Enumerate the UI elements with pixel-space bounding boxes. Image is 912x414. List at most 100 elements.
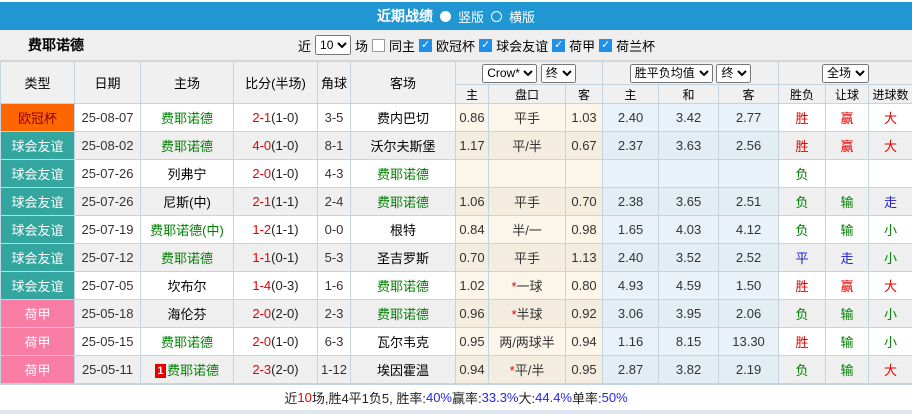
crown-final-select[interactable]: 终 <box>541 64 576 83</box>
date-cell: 25-05-15 <box>75 328 141 356</box>
avg-draw-odds <box>659 160 719 188</box>
crown-away-odds: 0.70 <box>566 188 603 216</box>
date-cell: 25-07-19 <box>75 216 141 244</box>
table-row: 欧冠杯 25-08-07 费耶诺德 2-1(1-0) 3-5 费内巴切 0.86… <box>1 104 912 132</box>
avg-draw-odds: 3.42 <box>659 104 719 132</box>
avg-away-odds: 2.06 <box>719 300 779 328</box>
bookmaker-select[interactable]: Crow* <box>482 64 537 83</box>
crown-away-odds: 1.13 <box>566 244 603 272</box>
ucl-label[interactable]: 欧冠杯 <box>436 36 475 55</box>
avg-away-odds: 1.50 <box>719 272 779 300</box>
col-header-wdl: 胜负 <box>779 85 826 104</box>
table-row: 荷甲 25-05-11 1费耶诺德 2-3(2-0) 1-12 埃因霍温 0.9… <box>1 356 912 384</box>
score-cell: 2-3(2-0) <box>234 356 318 384</box>
friendly-label[interactable]: 球会友谊 <box>496 36 548 55</box>
league-cell: 荷甲 <box>1 300 75 328</box>
crown-home-odds: 0.84 <box>456 216 489 244</box>
corner-cell: 2-4 <box>318 188 351 216</box>
home-team: 海伦芬 <box>141 300 234 328</box>
same-home-label[interactable]: 同主 <box>389 36 415 55</box>
wdl-result: 负 <box>779 356 826 384</box>
ucl-checkbox[interactable] <box>419 39 432 52</box>
avg-home-odds: 2.40 <box>603 104 659 132</box>
corner-cell: 0-0 <box>318 216 351 244</box>
table-row: 球会友谊 25-07-19 费耶诺德(中) 1-2(1-1) 0-0 根特 0.… <box>1 216 912 244</box>
friendly-checkbox[interactable] <box>479 39 492 52</box>
score-cell: 2-0(1-0) <box>234 328 318 356</box>
league-cell: 球会友谊 <box>1 132 75 160</box>
full-match-select[interactable]: 全场 <box>822 64 869 83</box>
avg-home-odds: 2.38 <box>603 188 659 216</box>
count-suffix-label: 场 <box>355 36 368 55</box>
date-cell: 25-08-02 <box>75 132 141 160</box>
corner-cell: 1-12 <box>318 356 351 384</box>
avg-draw-odds: 3.63 <box>659 132 719 160</box>
col-header-handicap: 盘口 <box>489 85 566 104</box>
avg-away-odds: 4.12 <box>719 216 779 244</box>
handicap-cell <box>489 160 566 188</box>
avg-home-odds: 1.16 <box>603 328 659 356</box>
wdl-result: 胜 <box>779 272 826 300</box>
full-match-header: 全场 <box>779 62 912 85</box>
goals-result: 小 <box>869 328 912 356</box>
radio-vertical-layout[interactable] <box>440 11 451 22</box>
eredivisie-label[interactable]: 荷甲 <box>569 36 595 55</box>
crown-home-odds: 1.06 <box>456 188 489 216</box>
title-bar: 近期战绩 竖版 横版 <box>0 2 912 30</box>
away-team: 费耶诺德 <box>351 300 456 328</box>
table-row: 球会友谊 25-07-05 坎布尔 1-4(0-3) 1-6 费耶诺德 1.02… <box>1 272 912 300</box>
away-team: 费耶诺德 <box>351 160 456 188</box>
crown-away-odds: 0.94 <box>566 328 603 356</box>
date-cell: 25-08-07 <box>75 104 141 132</box>
goals-result: 大 <box>869 132 912 160</box>
league-cell: 荷甲 <box>1 356 75 384</box>
table-row: 荷甲 25-05-18 海伦芬 2-0(2-0) 2-3 费耶诺德 0.96 *… <box>1 300 912 328</box>
league-cell: 荷甲 <box>1 328 75 356</box>
away-team: 费耶诺德 <box>351 188 456 216</box>
wdl-result: 胜 <box>779 104 826 132</box>
goals-result <box>869 160 912 188</box>
score-cell: 4-0(1-0) <box>234 132 318 160</box>
score-cell: 1-4(0-3) <box>234 272 318 300</box>
col-header-goals: 进球数 <box>869 85 912 104</box>
col-header-crown-home: 主 <box>456 85 489 104</box>
date-cell: 25-07-26 <box>75 160 141 188</box>
avg-away-odds <box>719 160 779 188</box>
avg-draw-odds: 8.15 <box>659 328 719 356</box>
radio-vertical-label[interactable]: 竖版 <box>458 7 484 26</box>
crown-home-odds: 1.17 <box>456 132 489 160</box>
date-cell: 25-07-12 <box>75 244 141 272</box>
same-home-checkbox[interactable] <box>372 39 385 52</box>
home-team: 费耶诺德 <box>141 328 234 356</box>
wdl-result: 胜 <box>779 328 826 356</box>
dutch-cup-label[interactable]: 荷兰杯 <box>616 36 655 55</box>
crown-away-odds: 1.03 <box>566 104 603 132</box>
radio-horizontal-label[interactable]: 横版 <box>509 7 535 26</box>
eredivisie-checkbox[interactable] <box>552 39 565 52</box>
handicap-cell: 平手 <box>489 188 566 216</box>
goals-result: 小 <box>869 300 912 328</box>
corner-cell: 4-3 <box>318 160 351 188</box>
goals-result: 走 <box>869 188 912 216</box>
handicap-cell: *平/半 <box>489 356 566 384</box>
league-cell: 球会友谊 <box>1 160 75 188</box>
avg-away-odds: 2.51 <box>719 188 779 216</box>
radio-horizontal-layout[interactable] <box>491 11 502 22</box>
avg-odds-select[interactable]: 胜平负均值 <box>630 64 713 83</box>
crown-away-odds: 0.80 <box>566 272 603 300</box>
match-count-select[interactable]: 10 <box>315 35 351 55</box>
avg-draw-odds: 4.03 <box>659 216 719 244</box>
col-header-asian: 让球 <box>826 85 869 104</box>
score-cell: 2-0(2-0) <box>234 300 318 328</box>
dutch-cup-checkbox[interactable] <box>599 39 612 52</box>
asian-result: 输 <box>826 300 869 328</box>
summary-text: 近 <box>284 388 297 407</box>
table-row: 球会友谊 25-08-02 费耶诺德 4-0(1-0) 8-1 沃尔夫斯堡 1.… <box>1 132 912 160</box>
wdl-result: 负 <box>779 160 826 188</box>
avg-away-odds: 2.52 <box>719 244 779 272</box>
home-team: 费耶诺德(中) <box>141 216 234 244</box>
asian-result: 输 <box>826 356 869 384</box>
asian-result: 赢 <box>826 272 869 300</box>
avg-final-select[interactable]: 终 <box>716 64 751 83</box>
avg-odds-header: 胜平负均值 终 <box>603 62 779 85</box>
